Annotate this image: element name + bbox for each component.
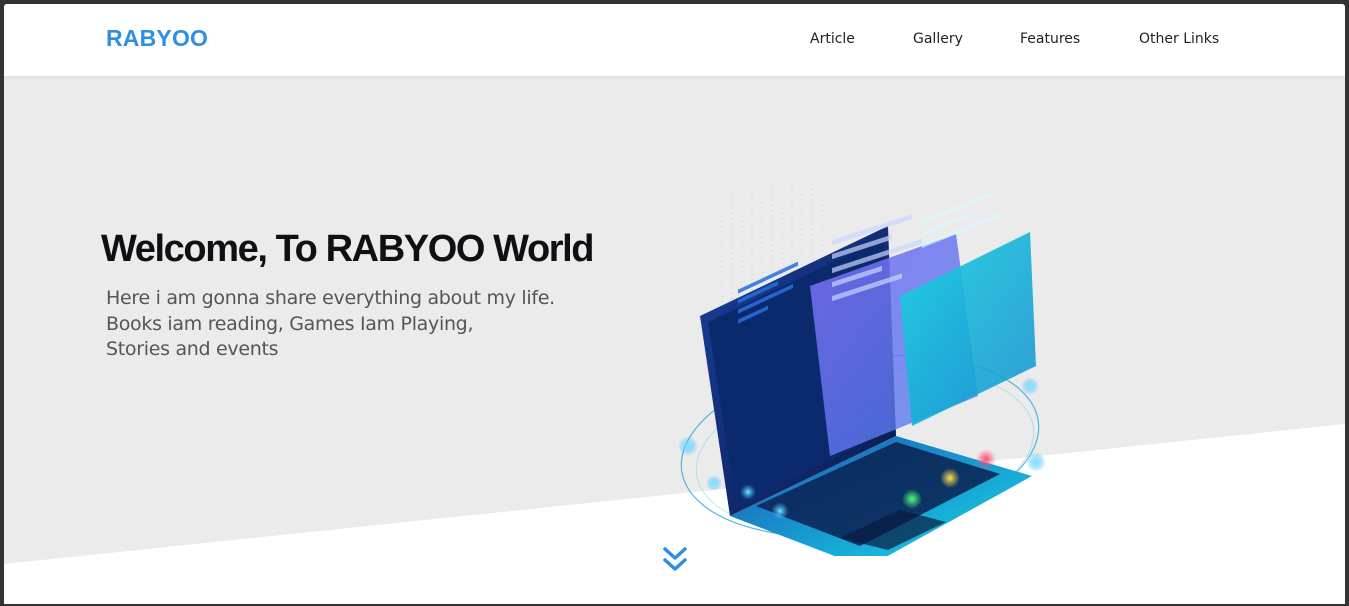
nav-links: Article Gallery Features Other Links [4, 31, 1345, 51]
navbar: RABYOO Article Gallery Features Other Li… [4, 4, 1345, 76]
hero-line-3: Stories and events [106, 338, 279, 360]
browser-viewport: RABYOO Article Gallery Features Other Li… [4, 4, 1345, 604]
nav-link-article[interactable]: Article [810, 31, 855, 47]
hero-line-1: Here i am gonna share everything about m… [106, 287, 555, 309]
nav-link-other-links[interactable]: Other Links [1139, 31, 1219, 47]
double-chevron-down-icon [663, 547, 687, 571]
hero-title: Welcome, To RABYOO World [101, 228, 595, 270]
hero-section: Welcome, To RABYOO World Here i am gonna… [4, 76, 1345, 604]
laptop-illustration [678, 184, 1046, 556]
nav-link-features[interactable]: Features [1020, 31, 1080, 47]
scroll-down-button[interactable] [660, 545, 690, 575]
nav-link-gallery[interactable]: Gallery [913, 31, 963, 47]
hero-line-2: Books iam reading, Games Iam Playing, [106, 312, 474, 335]
hero-description: Here i am gonna share everything about m… [106, 286, 626, 363]
